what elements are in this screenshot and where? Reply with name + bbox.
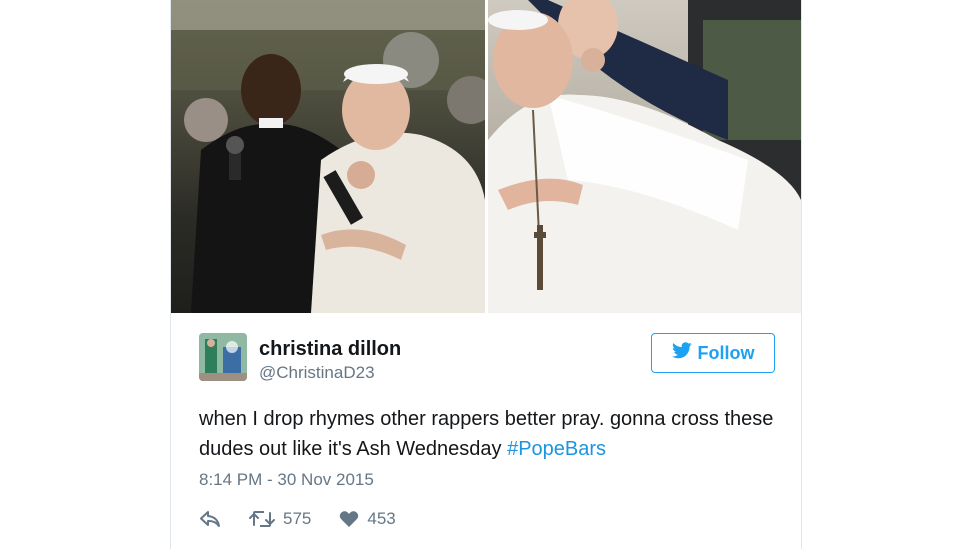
tweet-photo-left[interactable] (171, 0, 485, 313)
retweet-button[interactable]: 575 (249, 509, 311, 529)
retweet-icon (249, 510, 275, 528)
follow-label: Follow (697, 342, 755, 363)
photo-left-illustration (171, 0, 485, 313)
photo-right-illustration (488, 0, 801, 313)
avatar[interactable] (199, 333, 247, 381)
tweet-timestamp[interactable]: 8:14 PM - 30 Nov 2015 (199, 470, 374, 490)
avatar-image (199, 333, 247, 381)
twitter-bird-icon (671, 342, 692, 364)
user-handle[interactable]: @ChristinaD23 (259, 363, 375, 383)
heart-icon (339, 510, 359, 528)
tweet-text-body: when I drop rhymes other rappers better … (199, 408, 774, 460)
tweet-actions: 575 453 (199, 506, 396, 532)
follow-button[interactable]: Follow (651, 333, 775, 373)
user-display-name[interactable]: christina dillon (259, 338, 401, 361)
like-button[interactable]: 453 (339, 509, 396, 529)
hashtag-link[interactable]: #PopeBars (507, 438, 606, 460)
tweet-photo-right[interactable] (488, 0, 801, 313)
tweet-media[interactable] (171, 0, 801, 313)
like-count: 453 (367, 509, 396, 528)
retweet-count: 575 (283, 509, 312, 528)
reply-button[interactable] (199, 510, 221, 528)
tweet-card: christina dillon @ChristinaD23 Follow wh… (170, 0, 802, 549)
tweet-text: when I drop rhymes other rappers better … (199, 404, 779, 464)
reply-icon (199, 510, 221, 528)
